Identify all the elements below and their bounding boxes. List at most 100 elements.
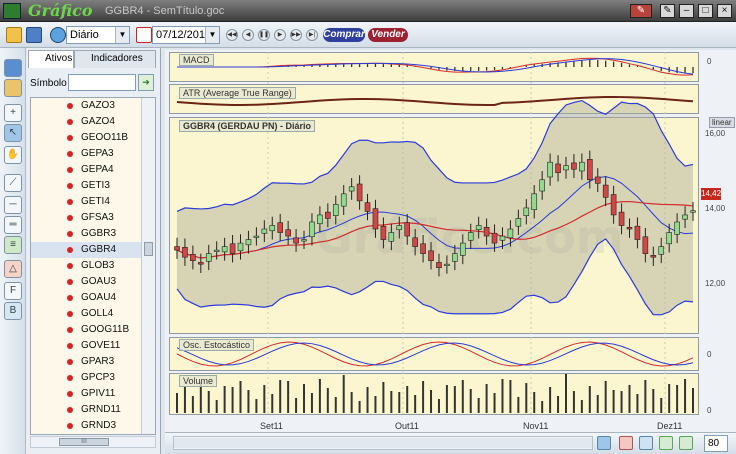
- tab-indicadores[interactable]: Indicadores: [74, 50, 156, 68]
- pause-icon[interactable]: ❚❚: [258, 29, 270, 41]
- crosshair-icon[interactable]: +: [4, 104, 22, 122]
- month-label: Set11: [260, 421, 283, 431]
- note-icon[interactable]: [4, 79, 22, 97]
- status-dot-icon: [67, 311, 73, 317]
- symbol-input[interactable]: [68, 74, 136, 91]
- chart-horizontal-scrollbar[interactable]: [173, 436, 593, 450]
- list-item[interactable]: GOAU4: [31, 290, 141, 306]
- periodicity-select[interactable]: Diário ▼: [66, 26, 130, 44]
- chart-scroll-thumb[interactable]: [174, 438, 592, 448]
- atr-title: ATR (Average True Range): [179, 87, 296, 99]
- list-item[interactable]: GETI4: [31, 194, 141, 210]
- shape-icon[interactable]: △: [4, 260, 22, 278]
- list-item[interactable]: GGBR3: [31, 226, 141, 242]
- list-item[interactable]: GEPA3: [31, 146, 141, 162]
- candle-body: [642, 236, 649, 254]
- list-item[interactable]: GETI3: [31, 178, 141, 194]
- buy-button[interactable]: Comprar: [323, 28, 365, 42]
- list-item[interactable]: GLOB3: [31, 258, 141, 274]
- list-item-label: GOLL4: [81, 308, 114, 319]
- chevron-down-icon[interactable]: ▼: [115, 27, 129, 43]
- candle-body: [174, 246, 180, 251]
- list-item-label: GOAU4: [81, 292, 117, 303]
- last-icon[interactable]: ▶▶: [290, 29, 302, 41]
- fibonacci-icon[interactable]: ≡: [4, 236, 22, 254]
- print-icon[interactable]: [639, 436, 653, 450]
- channel-icon[interactable]: ═: [4, 216, 22, 234]
- list-item[interactable]: GEOO11B: [31, 130, 141, 146]
- list-item[interactable]: GOVE11: [31, 338, 141, 354]
- candle-body: [348, 186, 355, 192]
- chart-area[interactable]: Gráfico.com MACD ATR (Average True Range…: [165, 50, 736, 454]
- list-item[interactable]: GOAU3: [31, 274, 141, 290]
- status-dot-icon: [67, 135, 73, 141]
- maximize-button[interactable]: □: [698, 4, 713, 18]
- next-icon[interactable]: ▶: [274, 29, 286, 41]
- label-icon[interactable]: B: [4, 302, 22, 320]
- zoom-out-icon[interactable]: [659, 436, 673, 450]
- window-title: GGBR4 - SemTítulo.goc: [105, 5, 225, 17]
- chevron-down-icon[interactable]: ▼: [205, 27, 219, 43]
- close-button[interactable]: ×: [717, 4, 732, 18]
- hand-icon[interactable]: ✋: [4, 146, 22, 164]
- first-icon[interactable]: ◀◀: [226, 29, 238, 41]
- sell-button[interactable]: Vender: [368, 28, 408, 42]
- candle-body: [245, 239, 252, 246]
- clock-icon[interactable]: [50, 27, 66, 43]
- candle-body: [190, 254, 196, 261]
- list-item[interactable]: GRND11: [31, 402, 141, 418]
- last-price-tag: 14,42: [701, 188, 722, 200]
- calendar-icon[interactable]: [136, 27, 152, 43]
- list-item[interactable]: GAZO3: [31, 98, 141, 114]
- list-item[interactable]: GAZO4: [31, 114, 141, 130]
- trendline-icon[interactable]: ⟋: [4, 174, 22, 192]
- list-item[interactable]: GPCP3: [31, 370, 141, 386]
- list-item-label: GAZO4: [81, 116, 115, 127]
- list-item[interactable]: GEPA4: [31, 162, 141, 178]
- list-item[interactable]: GOLL4: [31, 306, 141, 322]
- list-scroll-thumb[interactable]: [144, 242, 153, 256]
- candle-body: [372, 208, 379, 230]
- text-tool-icon[interactable]: F: [4, 282, 22, 300]
- save-icon[interactable]: [26, 27, 42, 43]
- list-vertical-scrollbar[interactable]: [141, 98, 155, 434]
- zoom-level-input[interactable]: 80: [704, 435, 728, 452]
- tab-ativos[interactable]: Ativos: [28, 50, 74, 68]
- candle-body: [325, 211, 331, 219]
- list-item-label: GLOB3: [81, 260, 115, 271]
- pen-tool-icon[interactable]: ✎: [630, 4, 652, 18]
- layout-icon[interactable]: [4, 59, 22, 77]
- fit-icon[interactable]: [597, 436, 611, 450]
- edit-icon[interactable]: ✎: [660, 4, 675, 18]
- prev-icon[interactable]: ◀: [242, 29, 254, 41]
- candle-body: [626, 226, 633, 230]
- zoom-in-icon[interactable]: [679, 436, 693, 450]
- candle-body: [650, 255, 657, 258]
- scroll-left-icon[interactable]: [619, 436, 633, 450]
- candle-body: [317, 214, 323, 225]
- candle-body: [539, 179, 545, 192]
- status-dot-icon: [67, 151, 73, 157]
- list-item[interactable]: GGBR4: [31, 242, 141, 258]
- end-icon[interactable]: ▶|: [306, 29, 318, 41]
- list-hscroll-thumb[interactable]: III: [59, 438, 109, 446]
- cursor-icon[interactable]: ↖: [4, 124, 22, 142]
- stochastic-d-line: [176, 342, 694, 366]
- list-item[interactable]: GPAR3: [31, 354, 141, 370]
- symbol-go-button[interactable]: ➜: [138, 74, 154, 91]
- scale-mode-toggle[interactable]: linear: [709, 117, 735, 128]
- list-horizontal-scrollbar[interactable]: III: [30, 436, 156, 448]
- minimize-button[interactable]: –: [679, 4, 694, 18]
- list-item-label: GAZO3: [81, 100, 115, 111]
- symbol-list[interactable]: GAZO3 GAZO4 GEOO11B GEPA3 GEPA4 GETI3 GETI4 GFS…: [30, 97, 156, 435]
- date-picker[interactable]: 07/12/2011 ▼: [152, 26, 220, 44]
- list-item[interactable]: GOOG11B: [31, 322, 141, 338]
- candle-body: [293, 237, 299, 244]
- list-item[interactable]: GPIV11: [31, 386, 141, 402]
- list-item-label: GGBR3: [81, 228, 117, 239]
- horizontal-line-icon[interactable]: ─: [4, 196, 22, 214]
- candle-body: [547, 161, 553, 178]
- list-item[interactable]: GRND3: [31, 418, 141, 434]
- open-folder-icon[interactable]: [6, 27, 22, 43]
- list-item[interactable]: GFSA3: [31, 210, 141, 226]
